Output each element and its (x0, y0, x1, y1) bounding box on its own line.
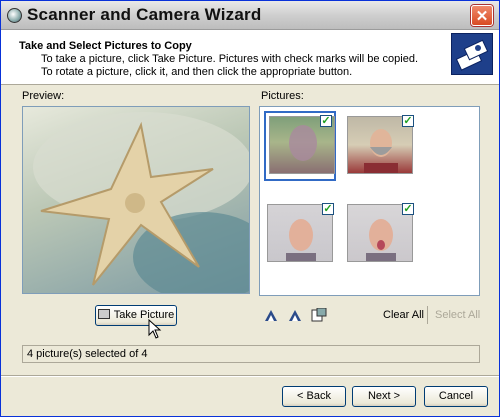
title-bar[interactable]: Scanner and Camera Wizard ✕ (1, 1, 499, 30)
divider (427, 306, 428, 324)
thumbnail-1[interactable]: ✓ (264, 111, 336, 181)
status-bar: 4 picture(s) selected of 4 (22, 345, 480, 363)
checkbox-icon[interactable]: ✓ (322, 203, 334, 215)
thumbnail-3[interactable]: ✓ (264, 201, 336, 271)
checkbox-icon[interactable]: ✓ (402, 203, 414, 215)
next-button[interactable]: Next > (352, 386, 416, 407)
scanner-camera-icon (451, 33, 493, 75)
select-all-link[interactable]: Select All (435, 309, 480, 321)
cancel-button[interactable]: Cancel (424, 386, 488, 407)
rotate-left-icon[interactable] (263, 308, 279, 322)
preview-image (22, 106, 250, 294)
wizard-header: Take and Select Pictures to Copy To take… (1, 30, 499, 85)
take-picture-button[interactable]: Take Picture (95, 305, 177, 326)
thumbnail-2[interactable]: ✓ (344, 113, 416, 183)
rotate-right-icon[interactable] (287, 308, 303, 322)
window-title: Scanner and Camera Wizard (27, 5, 262, 24)
checkbox-icon[interactable]: ✓ (320, 115, 332, 127)
pictures-label: Pictures: (261, 90, 304, 102)
close-button[interactable]: ✕ (471, 5, 493, 26)
page-description: To take a picture, click Take Picture. P… (41, 53, 419, 78)
page-title: Take and Select Pictures to Copy (19, 40, 192, 52)
close-icon: ✕ (475, 8, 489, 25)
thumbnail-4[interactable]: ✓ (344, 201, 416, 271)
status-text: 4 picture(s) selected of 4 (27, 348, 148, 360)
camera-icon (97, 309, 110, 319)
wizard-window: Scanner and Camera Wizard ✕ Take and Sel… (0, 0, 500, 417)
preview-label: Preview: (22, 90, 65, 102)
checkbox-icon[interactable]: ✓ (402, 115, 414, 127)
pictures-list[interactable]: ✓ ✓ ✓ ✓ (259, 106, 480, 296)
app-icon (7, 8, 22, 23)
footer-separator (1, 375, 499, 377)
clear-all-link[interactable]: Clear All (383, 309, 424, 321)
back-button[interactable]: < Back (282, 386, 346, 407)
take-picture-label: Take Picture (113, 309, 175, 321)
properties-icon[interactable] (311, 308, 327, 322)
mouse-cursor-icon (148, 319, 162, 339)
